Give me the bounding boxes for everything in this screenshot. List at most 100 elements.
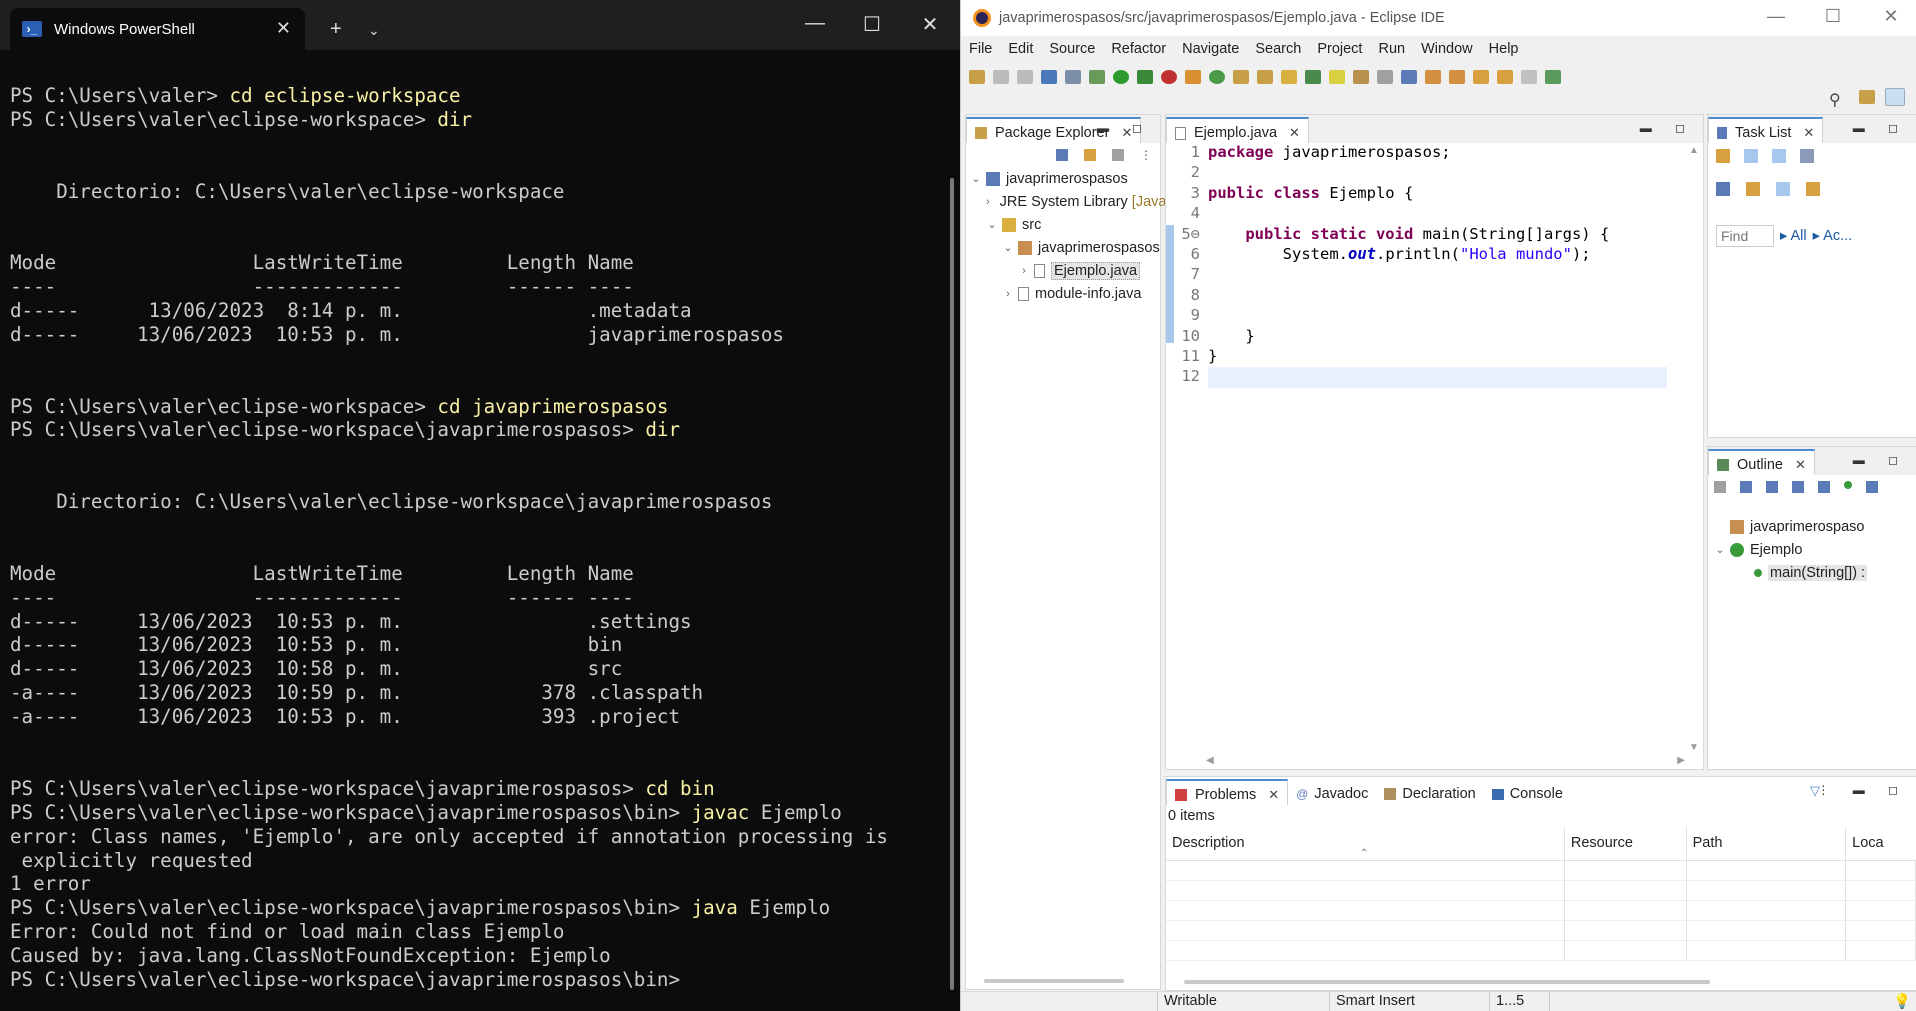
code-editor[interactable]: 1 2 3 4 5⊖ 6 7 8 9 10 11 12 package javaprimerospas… — [1166, 143, 1703, 769]
close-icon[interactable]: ✕ — [1803, 125, 1814, 141]
new-class-icon[interactable] — [1209, 70, 1225, 84]
mark-occurrences-icon[interactable] — [1329, 70, 1345, 84]
java-perspective-icon[interactable] — [1885, 88, 1905, 106]
menu-help[interactable]: Help — [1489, 41, 1519, 57]
close-window-icon[interactable]: ✕ — [1876, 6, 1906, 27]
pin-editor-icon[interactable] — [1545, 70, 1561, 84]
next-annotation-icon[interactable] — [1425, 70, 1441, 84]
close-icon[interactable]: ✕ — [1795, 457, 1806, 473]
status-insert-mode[interactable]: Smart Insert — [1329, 992, 1489, 1011]
hide-nonpublic-icon[interactable] — [1844, 481, 1852, 489]
menu-refactor[interactable]: Refactor — [1111, 41, 1166, 57]
tree-item[interactable]: ⌄ javaprimerospasos — [970, 167, 1160, 190]
back-icon[interactable] — [1497, 70, 1513, 84]
terminal-icon[interactable] — [1041, 70, 1057, 84]
column-location[interactable]: Loca — [1846, 827, 1916, 860]
chevron-right-icon[interactable]: › — [986, 196, 990, 208]
collapse-tasks-icon[interactable] — [1776, 182, 1790, 196]
run-icon[interactable] — [1113, 70, 1129, 84]
tab-javadoc[interactable]: @ Javadoc — [1288, 779, 1376, 805]
collapse-all-icon[interactable] — [1056, 149, 1068, 161]
activate-link[interactable]: ▸ Ac... — [1813, 228, 1853, 244]
min-max-icon[interactable]: ▬ ◻ — [1097, 121, 1152, 135]
column-path[interactable]: Path — [1687, 827, 1847, 860]
prev-annotation-icon[interactable] — [1449, 70, 1465, 84]
skip-breakpoints-icon[interactable] — [1065, 70, 1081, 84]
search-icon[interactable]: ⚲ — [1829, 90, 1841, 110]
terminal-scrollbar[interactable] — [950, 178, 954, 990]
hide-fields-icon[interactable] — [1792, 481, 1804, 493]
focus-icon[interactable] — [1714, 481, 1726, 493]
min-max-icon[interactable]: ▬ ◻ — [1853, 121, 1908, 135]
code-text[interactable]: package javaprimerospasos; public class … — [1208, 143, 1667, 388]
chevron-right-icon[interactable]: › — [1002, 288, 1014, 300]
new-icon[interactable] — [969, 70, 985, 84]
sort-icon[interactable] — [1766, 481, 1778, 493]
editor-horizontal-scrollbar[interactable]: ◀ ▶ — [1206, 755, 1685, 769]
view-menu-icon[interactable]: ⋮ — [1140, 148, 1152, 162]
minimize-icon[interactable]: — — [1761, 6, 1791, 27]
open-task-icon[interactable] — [1257, 70, 1273, 84]
menu-file[interactable]: File — [969, 41, 992, 57]
open-perspective-icon[interactable] — [1859, 90, 1875, 104]
maximize-icon[interactable]: ☐ — [1818, 6, 1848, 27]
link-editor-icon[interactable] — [1084, 149, 1096, 161]
chevron-down-icon[interactable]: ⌄ — [368, 22, 380, 39]
terminal-output[interactable]: PS C:\Users\valer> cd eclipse-workspace P… — [10, 84, 940, 992]
outline-item[interactable]: javaprimerospaso — [1714, 515, 1916, 538]
min-max-icon[interactable]: ▬ ◻ — [1853, 453, 1908, 467]
categorized-icon[interactable] — [1744, 149, 1758, 163]
new-task-icon[interactable] — [1716, 149, 1730, 163]
new-tab-icon[interactable]: + — [330, 18, 342, 41]
close-icon[interactable]: ✕ — [1268, 787, 1279, 803]
tree-item[interactable]: › Ejemplo.java — [970, 259, 1160, 282]
debug-icon[interactable] — [1089, 70, 1105, 84]
scheduled-icon[interactable] — [1772, 149, 1786, 163]
coverage-icon[interactable] — [1137, 70, 1153, 84]
close-tab-icon[interactable]: ✕ — [276, 18, 291, 39]
tree-item[interactable]: ⌄ javaprimerospasos — [970, 236, 1160, 259]
search-tool-icon[interactable] — [1281, 70, 1297, 84]
hide-local-types-icon[interactable] — [1866, 481, 1878, 493]
min-max-icon[interactable]: ▬ ◻ — [1640, 121, 1695, 135]
filter-icon[interactable] — [1112, 149, 1124, 161]
tab-task-list[interactable]: Task List ✕ — [1708, 117, 1824, 143]
outline-item[interactable]: ⌄ Ejemplo — [1714, 538, 1916, 561]
menu-edit[interactable]: Edit — [1008, 41, 1033, 57]
word-wrap-icon[interactable] — [1353, 70, 1369, 84]
tab-ejemplo-java[interactable]: Ejemplo.java ✕ — [1166, 117, 1309, 143]
chevron-down-icon[interactable]: ⌄ — [1002, 241, 1014, 254]
collapse-all-icon[interactable] — [1740, 481, 1752, 493]
external-tools-icon[interactable] — [1161, 70, 1177, 84]
chevron-down-icon[interactable]: ⌄ — [986, 218, 998, 231]
minimize-icon[interactable]: — — [800, 12, 830, 35]
find-input[interactable] — [1716, 225, 1774, 247]
close-icon[interactable]: ✕ — [1289, 125, 1300, 141]
forward-icon[interactable] — [1521, 70, 1537, 84]
menu-search[interactable]: Search — [1255, 41, 1301, 57]
terminal-tab[interactable]: ›_ Windows PowerShell ✕ — [10, 8, 305, 50]
column-resource[interactable]: Resource — [1565, 827, 1687, 860]
save-icon[interactable] — [993, 70, 1009, 84]
filter-tasks-icon[interactable] — [1746, 182, 1760, 196]
vertical-scrollbar[interactable]: ▲ ▼ — [1685, 143, 1703, 755]
tab-declaration[interactable]: Declaration — [1376, 779, 1483, 805]
menu-source[interactable]: Source — [1049, 41, 1095, 57]
horizontal-scrollbar[interactable] — [984, 979, 1124, 983]
show-whitespace-icon[interactable] — [1401, 70, 1417, 84]
outline-item[interactable]: main(String[]) : — [1714, 561, 1916, 584]
sync-icon[interactable] — [1800, 149, 1814, 163]
focus-icon[interactable] — [1806, 182, 1820, 196]
tab-problems[interactable]: Problems ✕ — [1166, 779, 1289, 805]
tree-item[interactable]: ⌄ src — [970, 213, 1160, 236]
menu-window[interactable]: Window — [1421, 41, 1473, 57]
hide-static-icon[interactable] — [1818, 481, 1830, 493]
min-max-icon[interactable]: ⋮ ▬ ◻ — [1817, 783, 1908, 797]
tab-console[interactable]: Console — [1484, 779, 1571, 805]
maximize-icon[interactable]: ☐ — [857, 12, 887, 37]
tree-item[interactable]: › module-info.java — [970, 282, 1160, 305]
close-window-icon[interactable]: ✕ — [915, 12, 945, 37]
open-type-icon[interactable] — [1233, 70, 1249, 84]
chevron-right-icon[interactable]: › — [1018, 265, 1030, 277]
menu-run[interactable]: Run — [1378, 41, 1405, 57]
